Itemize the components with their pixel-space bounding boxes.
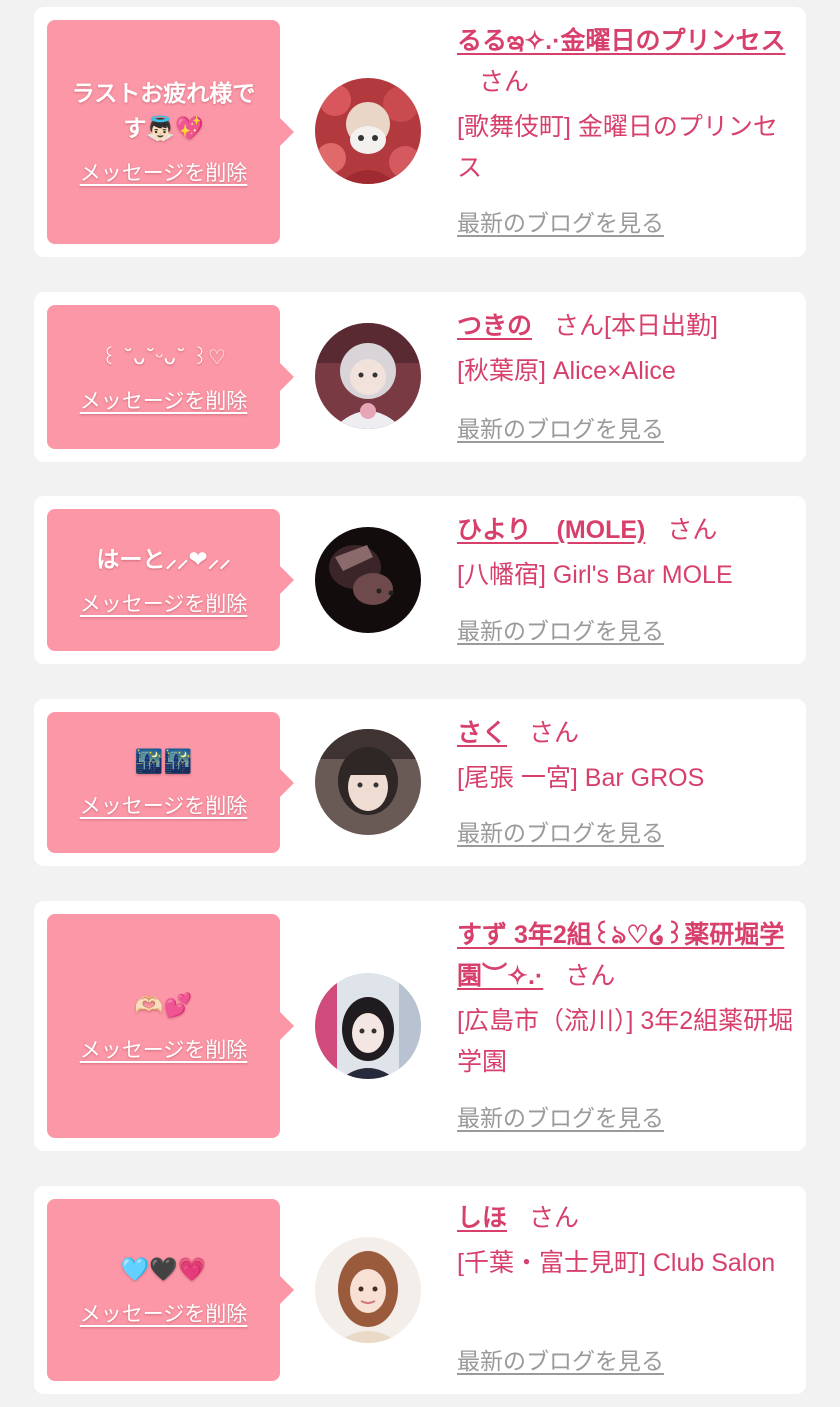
work-status: [本日出勤]	[604, 312, 718, 340]
message-text: はーと⸝⸝❤︎⸝⸝	[96, 546, 231, 573]
message-bubble: 🌃🌃 メッセージを削除	[47, 712, 294, 853]
girl-name-link[interactable]: すず 3年2組꒰ঌ♡໒꒱薬研堀学園︶✧.·	[457, 921, 784, 990]
message-list: ラストお疲れ様です👼🏻💖 メッセージを削除 るるఇ✧.·金曜日のプリンセスさん	[0, 0, 840, 1407]
message-card: はーと⸝⸝❤︎⸝⸝ メッセージを削除 ひより (MOLE) さん [八幡宿] Gi…	[34, 496, 806, 664]
girl-info: るるఇ✧.·金曜日のプリンセスさん [歌舞伎町] 金曜日のプリンセス	[457, 21, 795, 189]
name-line: るるఇ✧.·金曜日のプリンセスさん	[457, 21, 795, 103]
view-blog-link[interactable]: 最新のブログを見る	[457, 818, 664, 848]
message-card: 🫶🏻💕 メッセージを削除 すず 3年2組꒰ঌ♡໒꒱薬研堀学園︶✧.· さん [広島…	[34, 901, 806, 1151]
girl-name-link[interactable]: さく	[457, 719, 507, 747]
girl-info: ひより (MOLE) さん [八幡宿] Girl's Bar MOLE	[457, 510, 795, 596]
girl-info: つきの さん[本日出勤] [秋葉原] Alice×Alice	[457, 306, 795, 392]
avatar[interactable]	[315, 527, 421, 633]
delete-message-button[interactable]: メッセージを削除	[80, 1036, 248, 1064]
honorific: さん	[554, 312, 605, 340]
girl-info: すず 3年2組꒰ঌ♡໒꒱薬研堀学園︶✧.· さん [広島市（流川）] 3年2組薬研…	[457, 915, 795, 1083]
delete-message-button[interactable]: メッセージを削除	[80, 590, 248, 618]
avatar[interactable]	[315, 729, 421, 835]
shop-name: [八幡宿] Girl's Bar MOLE	[457, 561, 733, 589]
message-bubble: ラストお疲れ様です👼🏻💖 メッセージを削除	[47, 20, 294, 244]
shop-name: [尾張 一宮] Bar GROS	[457, 764, 705, 792]
name-line: しほ さん	[457, 1198, 795, 1239]
delete-message-button[interactable]: メッセージを削除	[80, 1300, 248, 1328]
message-text: ラストお疲れ様です👼🏻💖	[71, 81, 256, 142]
girl-name-link[interactable]: つきの	[457, 312, 532, 340]
message-card: 🩵🖤💗 メッセージを削除 しほ さん [千葉・富士見町] Club Salon 最…	[34, 1186, 806, 1394]
message-bubble: 🩵🖤💗 メッセージを削除	[47, 1199, 294, 1381]
message-card: ꒰ ˘ᴗ˘ᵕᴗ˘ ꒱♡ メッセージを削除 つきの さん[本日出勤] [秋葉原] A…	[34, 292, 806, 462]
avatar[interactable]	[315, 323, 421, 429]
girl-info: さく さん [尾張 一宮] Bar GROS	[457, 713, 795, 799]
delete-message-button[interactable]: メッセージを削除	[80, 792, 248, 820]
message-bubble: ꒰ ˘ᴗ˘ᵕᴗ˘ ꒱♡ メッセージを削除	[47, 305, 294, 449]
girl-name-link[interactable]: るるఇ✧.·金曜日のプリンセス	[457, 27, 785, 55]
name-line: ひより (MOLE) さん	[457, 510, 795, 551]
message-bubble: 🫶🏻💕 メッセージを削除	[47, 914, 294, 1138]
avatar[interactable]	[315, 973, 421, 1079]
girl-info: しほ さん [千葉・富士見町] Club Salon	[457, 1198, 795, 1284]
message-card: ラストお疲れ様です👼🏻💖 メッセージを削除 るるఇ✧.·金曜日のプリンセスさん	[34, 7, 806, 257]
girl-name-link[interactable]: しほ	[457, 1204, 507, 1232]
name-line: さく さん	[457, 713, 795, 754]
delete-message-button[interactable]: メッセージを削除	[80, 387, 248, 415]
name-line: すず 3年2組꒰ঌ♡໒꒱薬研堀学園︶✧.· さん	[457, 915, 795, 997]
message-text: 🩵🖤💗	[120, 1256, 207, 1283]
honorific: さん	[529, 1204, 580, 1232]
message-bubble: はーと⸝⸝❤︎⸝⸝ メッセージを削除	[47, 509, 294, 651]
shop-name: [秋葉原] Alice×Alice	[457, 357, 676, 385]
message-text: ꒰ ˘ᴗ˘ᵕᴗ˘ ꒱♡	[101, 344, 226, 369]
honorific: さん	[529, 719, 580, 747]
view-blog-link[interactable]: 最新のブログを見る	[457, 1103, 664, 1133]
honorific: さん	[565, 962, 616, 990]
avatar[interactable]	[315, 78, 421, 184]
view-blog-link[interactable]: 最新のブログを見る	[457, 1346, 664, 1376]
honorific: さん	[479, 68, 530, 96]
message-text: 🫶🏻💕	[134, 992, 193, 1019]
shop-name: [千葉・富士見町] Club Salon	[457, 1249, 776, 1277]
message-text: 🌃🌃	[134, 749, 193, 775]
shop-name: [歌舞伎町] 金曜日のプリンセス	[457, 113, 778, 182]
avatar[interactable]	[315, 1237, 421, 1343]
view-blog-link[interactable]: 最新のブログを見る	[457, 208, 664, 238]
shop-name: [広島市（流川）] 3年2組薬研堀学園	[457, 1007, 794, 1076]
girl-name-link[interactable]: ひより (MOLE)	[457, 516, 645, 544]
name-line: つきの さん[本日出勤]	[457, 306, 795, 347]
view-blog-link[interactable]: 最新のブログを見る	[457, 616, 664, 646]
message-card: 🌃🌃 メッセージを削除 さく さん [尾張 一宮] Bar GROS 最新のブログ…	[34, 699, 806, 866]
honorific: さん	[667, 516, 718, 544]
view-blog-link[interactable]: 最新のブログを見る	[457, 414, 664, 444]
delete-message-button[interactable]: メッセージを削除	[80, 159, 248, 187]
